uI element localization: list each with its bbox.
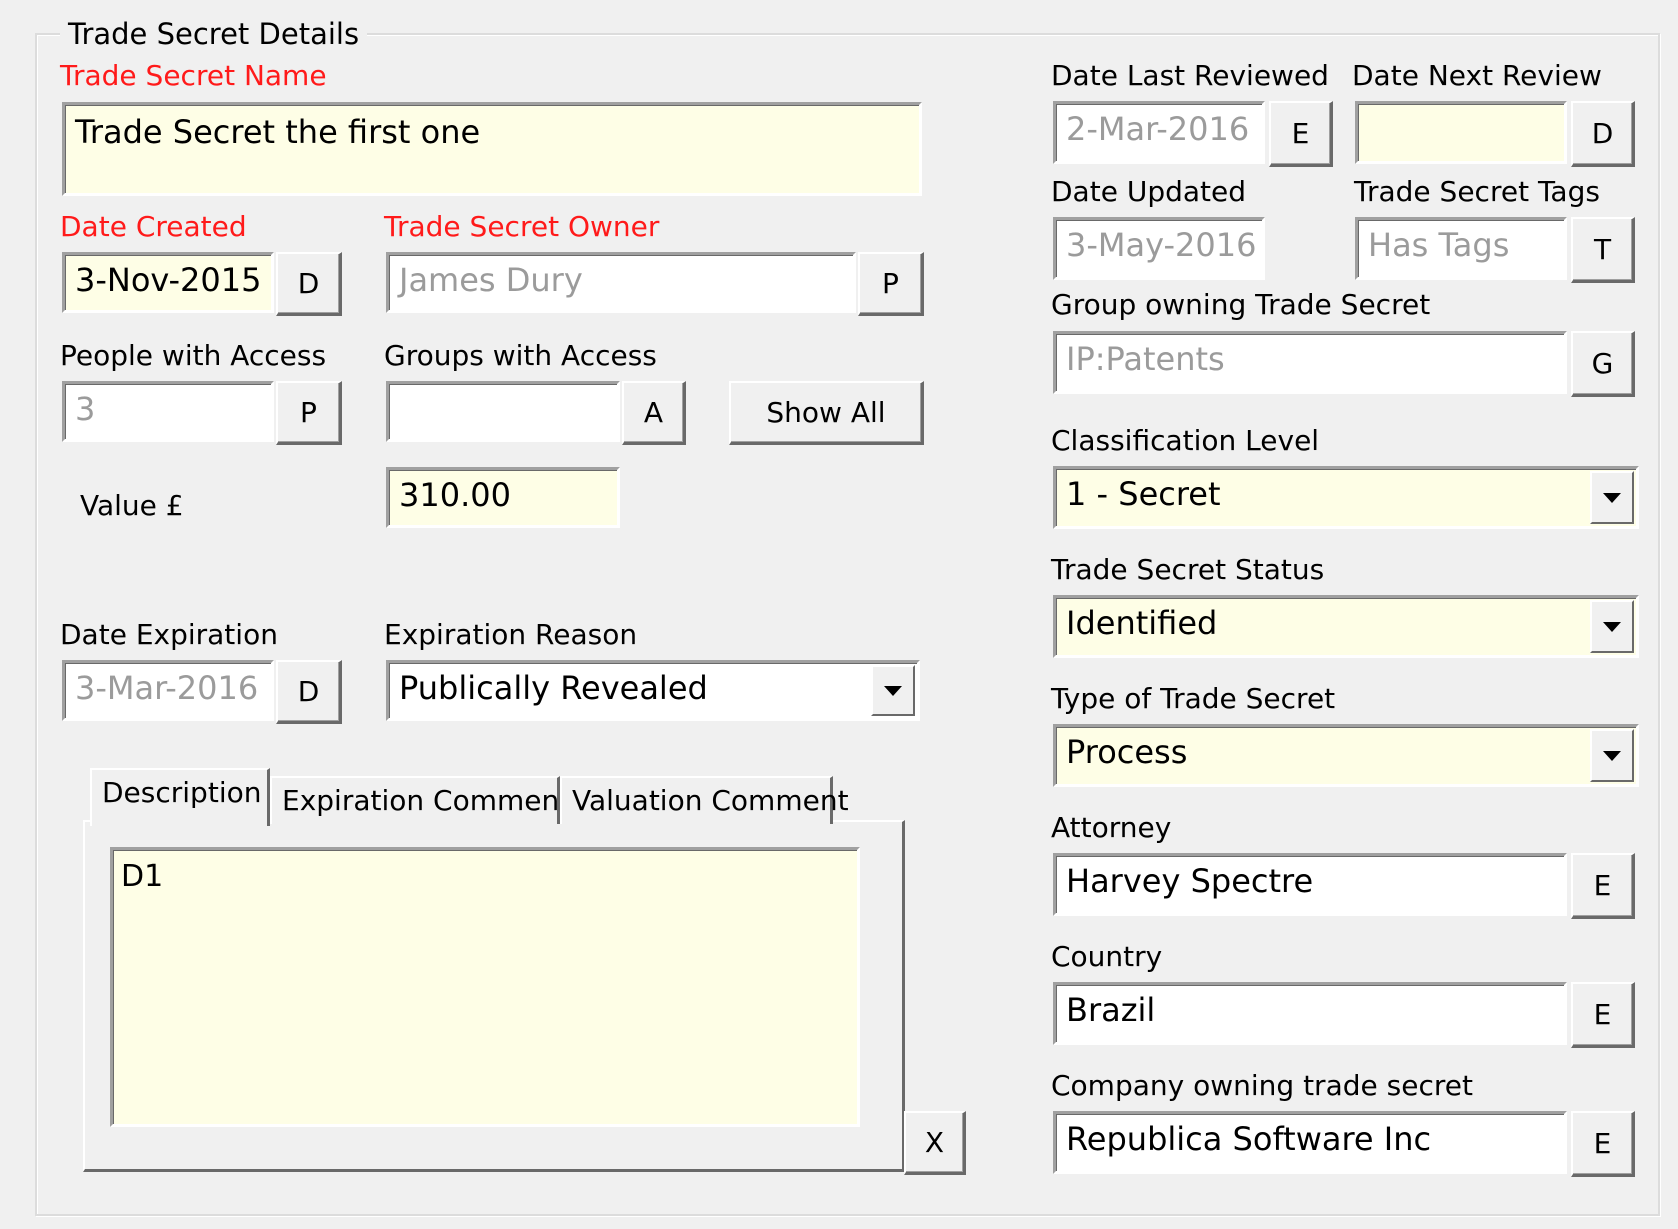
group-owning-label: Group owning Trade Secret (1051, 288, 1431, 321)
date-updated-label: Date Updated (1051, 175, 1247, 208)
tab-description[interactable]: Description (90, 768, 270, 826)
date-last-reviewed-button[interactable]: E (1269, 101, 1333, 167)
date-created-input[interactable]: 3-Nov-2015 (62, 252, 274, 313)
group-title: Trade Secret Details (60, 14, 368, 54)
date-created-picker-button[interactable]: D (276, 252, 342, 316)
attorney-label: Attorney (1051, 811, 1172, 844)
tags-button[interactable]: T (1571, 217, 1635, 283)
type-of-trade-secret-label: Type of Trade Secret (1051, 682, 1336, 715)
tab-valuation-comment[interactable]: Valuation Comment (560, 776, 849, 824)
trade-secret-owner-input[interactable]: James Dury (386, 252, 856, 313)
type-of-trade-secret-value: Process (1066, 733, 1188, 771)
country-label: Country (1051, 940, 1163, 973)
country-edit-button[interactable]: E (1571, 982, 1635, 1048)
trade-secret-status-value: Identified (1066, 604, 1218, 642)
show-all-button[interactable]: Show All (729, 381, 924, 445)
trade-secret-tags-label: Trade Secret Tags (1354, 175, 1600, 208)
owner-select-button[interactable]: P (858, 252, 924, 316)
trade-secret-tags-input[interactable]: Has Tags (1355, 217, 1567, 280)
country-input[interactable]: Brazil (1053, 982, 1567, 1045)
people-access-button[interactable]: P (276, 381, 342, 445)
people-with-access-input[interactable]: 3 (62, 381, 274, 442)
attorney-input[interactable]: Harvey Spectre (1053, 853, 1567, 916)
date-last-reviewed-input[interactable]: 2-Mar-2016 (1053, 101, 1265, 164)
attorney-edit-button[interactable]: E (1571, 853, 1635, 919)
expiration-reason-value: Publically Revealed (399, 669, 708, 707)
trade-secret-name-input[interactable]: Trade Secret the first one (62, 102, 922, 196)
group-owning-input[interactable]: IP:Patents (1053, 331, 1567, 394)
company-owning-label: Company owning trade secret (1051, 1069, 1473, 1102)
date-next-review-label: Date Next Review (1352, 59, 1602, 92)
classification-level-label: Classification Level (1051, 424, 1320, 457)
chevron-down-icon[interactable] (1590, 471, 1634, 524)
chevron-down-icon[interactable] (1590, 600, 1634, 653)
date-expiration-input[interactable]: 3-Mar-2016 (62, 660, 274, 721)
trade-secret-name-label: Trade Secret Name (60, 59, 327, 92)
company-edit-button[interactable]: E (1571, 1111, 1635, 1177)
date-last-reviewed-label: Date Last Reviewed (1051, 59, 1329, 92)
people-with-access-label: People with Access (60, 339, 327, 372)
chevron-down-icon[interactable] (1590, 729, 1634, 782)
value-label: Value £ (80, 489, 184, 522)
expiration-reason-label: Expiration Reason (384, 618, 638, 651)
chevron-down-icon[interactable] (871, 665, 915, 716)
date-expiration-label: Date Expiration (60, 618, 278, 651)
expiration-reason-select[interactable]: Publically Revealed (386, 660, 920, 721)
type-of-trade-secret-select[interactable]: Process (1053, 724, 1639, 787)
classification-level-select[interactable]: 1 - Secret (1053, 466, 1639, 529)
value-input[interactable]: 310.00 (386, 467, 620, 528)
groups-with-access-input[interactable] (386, 381, 620, 442)
groups-with-access-label: Groups with Access (384, 339, 657, 372)
groups-access-button[interactable]: A (622, 381, 686, 445)
trade-secret-status-label: Trade Secret Status (1051, 553, 1325, 586)
trade-secret-status-select[interactable]: Identified (1053, 595, 1639, 658)
date-next-review-input[interactable] (1355, 101, 1567, 164)
description-textarea[interactable]: D1 (110, 847, 860, 1127)
date-expiration-picker-button[interactable]: D (276, 660, 342, 724)
company-owning-input[interactable]: Republica Software Inc (1053, 1111, 1567, 1174)
date-created-label: Date Created (60, 210, 247, 243)
date-updated-input[interactable]: 3-May-2016 (1053, 217, 1265, 280)
clear-description-button[interactable]: X (904, 1111, 966, 1175)
group-owning-button[interactable]: G (1571, 331, 1635, 397)
tab-expiration-comment[interactable]: Expiration Comment (270, 776, 570, 824)
date-next-review-picker-button[interactable]: D (1571, 101, 1635, 167)
description-tab-panel: D1 (83, 820, 905, 1172)
classification-level-value: 1 - Secret (1066, 475, 1221, 513)
trade-secret-owner-label: Trade Secret Owner (384, 210, 660, 243)
